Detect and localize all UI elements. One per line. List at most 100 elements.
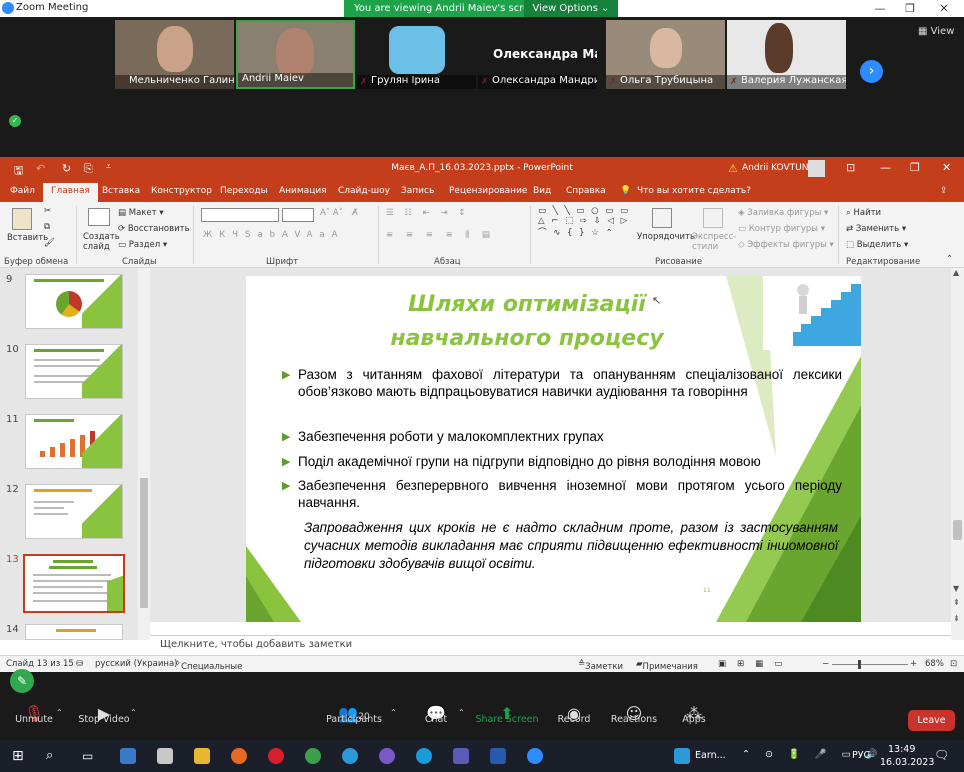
view-options-button[interactable]: View Options ⌄ xyxy=(524,0,618,17)
zoom-taskbar-icon[interactable] xyxy=(527,748,543,764)
zoom-slider-thumb[interactable] xyxy=(858,660,861,669)
leave-button[interactable]: Leave xyxy=(908,710,955,731)
input-language[interactable]: РУС xyxy=(852,750,870,761)
video-tile[interactable]: ✗ Мельниченко Галина xyxy=(115,20,234,89)
zoom-slider[interactable] xyxy=(832,664,908,665)
slide-thumbnail[interactable] xyxy=(25,344,123,399)
list-buttons[interactable]: ☰ ☷ ⇤ ⇥ ↕ xyxy=(386,208,469,218)
thumbnails-scrollbar[interactable] xyxy=(138,268,150,640)
shapes-gallery[interactable]: ▭ ╲ ╲ ▭ ○ ▭ ▭ △ ⌐ ⬚ ⇨ ⇩ ◁ ▷ ⌒ ∿ { } ☆ ⌃ xyxy=(538,206,630,238)
notes-pane[interactable]: Щелкните, чтобы добавить заметки xyxy=(150,635,951,653)
share-icon[interactable]: ⇪ xyxy=(940,186,948,196)
viber-icon[interactable] xyxy=(379,748,395,764)
video-tile[interactable]: ✗ Ольга Трубицына xyxy=(606,20,725,89)
zoom-out-icon[interactable]: − xyxy=(822,659,829,669)
slide-thumbnail-selected[interactable] xyxy=(23,554,125,613)
video-tile[interactable]: ✗ Грулян Ірина xyxy=(357,20,476,89)
ppt-restore-icon[interactable]: ❐ xyxy=(910,161,920,174)
font-size-select[interactable] xyxy=(282,208,314,222)
skype-icon[interactable] xyxy=(416,748,432,764)
tab-design[interactable]: Конструктор xyxy=(151,186,212,196)
tab-file[interactable]: Файл xyxy=(10,186,35,196)
taskbar-app-icon[interactable] xyxy=(157,748,173,764)
search-icon[interactable]: ⌕ xyxy=(46,748,62,764)
slide-thumbnail[interactable] xyxy=(25,484,123,539)
arrange-button[interactable]: Упорядочить xyxy=(637,232,695,242)
tab-help[interactable]: Справка xyxy=(566,186,606,196)
zoom-in-icon[interactable]: + xyxy=(910,659,917,669)
notifications-icon[interactable]: 🗨 xyxy=(934,748,949,762)
shape-fill-button[interactable]: ◈ Заливка фигуры ▾ xyxy=(738,208,828,218)
accessibility-status[interactable]: ✧ Специальные возможности: проверьте рек… xyxy=(174,659,247,702)
align-buttons[interactable]: ≡ ≡ ≡ ≡ ⫼ ▤ xyxy=(386,230,495,240)
chat-caret[interactable]: ⌃ xyxy=(458,708,465,717)
clock-time[interactable]: 13:49 xyxy=(888,744,915,755)
earn-app-label[interactable]: Earn... xyxy=(695,750,726,761)
clock-date[interactable]: 16.03.2023 xyxy=(880,757,934,768)
paste-icon[interactable] xyxy=(12,208,32,230)
task-view-icon[interactable]: ▭ xyxy=(82,748,98,764)
tab-insert[interactable]: Вставка xyxy=(102,186,140,196)
firefox-icon[interactable] xyxy=(231,748,247,764)
ppt-minimize-icon[interactable]: — xyxy=(880,161,891,174)
view-mode-buttons[interactable]: ▣⊞▦▭ xyxy=(718,659,793,669)
next-page-button[interactable]: › xyxy=(860,60,883,83)
slide-thumbnail[interactable] xyxy=(25,624,123,640)
zoom-level[interactable]: 68% xyxy=(925,659,944,669)
telegram-icon[interactable] xyxy=(342,748,358,764)
font-family-select[interactable] xyxy=(201,208,279,222)
reset-button[interactable]: ⟳ Восстановить xyxy=(118,224,190,234)
spellcheck-icon[interactable]: ⛁ xyxy=(76,659,83,669)
restore-icon[interactable]: ❐ xyxy=(896,0,924,17)
tab-record[interactable]: Запись xyxy=(401,186,434,196)
tab-review[interactable]: Рецензирование xyxy=(449,186,527,196)
current-slide[interactable]: Шляхи оптимізації навчального процесу ↖ … xyxy=(246,276,861,622)
video-options-caret[interactable]: ⌃ xyxy=(130,708,137,717)
notes-toggle[interactable]: ≙ Заметки xyxy=(578,659,623,672)
tab-slideshow[interactable]: Слайд-шоу xyxy=(338,186,390,196)
find-button[interactable]: ⌕ Найти xyxy=(846,208,881,218)
tab-view[interactable]: Вид xyxy=(533,186,551,196)
tell-me-search[interactable]: Что вы хотите сделать? xyxy=(637,186,751,196)
user-avatar[interactable] xyxy=(808,160,825,177)
participants-button[interactable]: Participants xyxy=(314,714,394,725)
font-buttons-row[interactable]: ЖКЧSabAVAaA xyxy=(203,230,344,240)
security-shield-icon[interactable]: ✓ xyxy=(9,115,21,127)
earn-app-icon[interactable] xyxy=(674,748,690,764)
tab-transitions[interactable]: Переходы xyxy=(220,186,268,196)
font-grow-icon[interactable]: A˄ A˅ xyxy=(320,208,343,218)
layout-button[interactable]: ▤ Макет ▾ xyxy=(118,208,164,218)
minimize-icon[interactable]: — xyxy=(866,0,894,17)
video-tile-active-speaker[interactable]: Andrii Maiev xyxy=(236,20,355,89)
select-button[interactable]: ⬚ Выделить ▾ xyxy=(846,240,908,250)
new-slide-icon[interactable] xyxy=(88,208,110,226)
apps-button[interactable]: Apps xyxy=(654,714,734,725)
ribbon-display-icon[interactable]: ⊡ xyxy=(846,161,855,174)
chrome-icon[interactable] xyxy=(305,748,321,764)
video-tile[interactable]: Олександра Ма... ✗ Олександра Мандрик xyxy=(478,20,597,89)
user-name[interactable]: Andrii KOVTUN xyxy=(742,163,808,173)
shape-effects-button[interactable]: ◇ Эффекты фигуры ▾ xyxy=(738,240,834,250)
cut-icon[interactable]: ✂ xyxy=(44,206,51,216)
slide-thumbnail[interactable] xyxy=(25,274,123,329)
copy-icon[interactable]: ⧉ xyxy=(44,222,50,232)
notes-placeholder[interactable]: Щелкните, чтобы добавить заметки xyxy=(160,639,352,650)
replace-button[interactable]: ⇄ Заменить ▾ xyxy=(846,224,906,234)
word-icon[interactable] xyxy=(490,748,506,764)
shape-outline-button[interactable]: ▭ Контур фигуры ▾ xyxy=(738,224,825,234)
quick-styles-button[interactable]: Экспресс-стили xyxy=(692,232,736,252)
file-explorer-icon[interactable] xyxy=(194,748,210,764)
unmute-button[interactable]: Unmute xyxy=(0,714,74,725)
comments-toggle[interactable]: ▰ Примечания xyxy=(636,659,698,672)
video-tile[interactable]: ✗ Валерия Лужанская xyxy=(727,20,846,89)
slide-thumbnail[interactable] xyxy=(25,414,123,469)
collapse-ribbon-icon[interactable]: ⌃ xyxy=(946,254,953,264)
view-button[interactable]: ▦ View xyxy=(918,26,954,37)
arrange-icon[interactable] xyxy=(652,208,672,228)
tab-home[interactable]: Главная xyxy=(43,183,98,202)
tab-animations[interactable]: Анимация xyxy=(279,186,327,196)
taskbar-app-icon[interactable] xyxy=(120,748,136,764)
teams-icon[interactable] xyxy=(453,748,469,764)
editor-scrollbar[interactable]: ▲ ▼ ⇞ ⇟ xyxy=(951,268,964,640)
fit-slide-icon[interactable]: ⊡ xyxy=(950,659,957,669)
